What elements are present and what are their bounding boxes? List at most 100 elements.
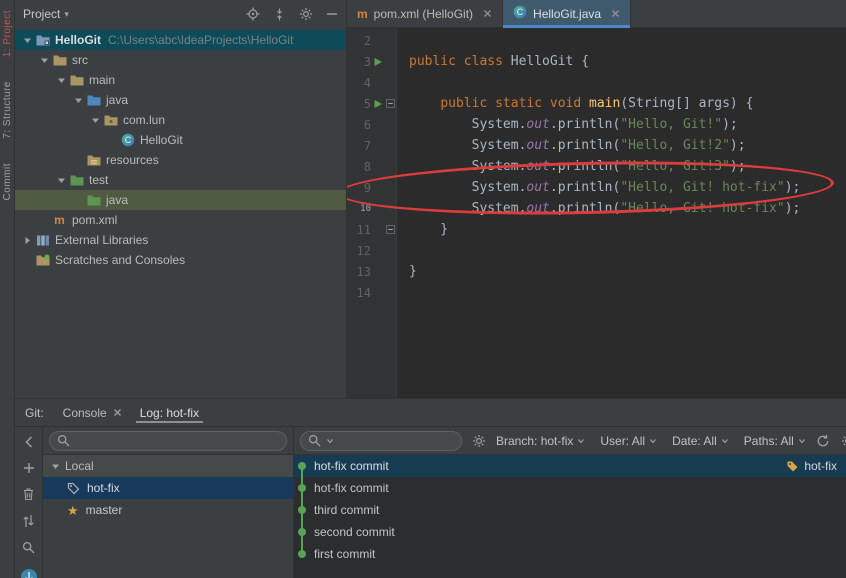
- close-icon[interactable]: [113, 406, 122, 420]
- filter-label: Date: All: [672, 433, 717, 448]
- line-number: 4: [363, 75, 371, 90]
- code-line-7[interactable]: System.out.println("Hello, Git!2");: [397, 135, 846, 156]
- git-tab-log-hot-fix[interactable]: Log: hot-fix: [131, 399, 208, 426]
- run-gutter-icon[interactable]: [371, 57, 385, 67]
- close-icon[interactable]: [483, 9, 492, 18]
- stripe-button-1-project[interactable]: 1: Project: [2, 10, 13, 57]
- code-line-14[interactable]: [397, 282, 846, 303]
- tree-collapsed-arrow-icon[interactable]: [21, 236, 34, 245]
- chevron-down-icon[interactable]: [326, 437, 334, 445]
- collapse-panel-icon[interactable]: [23, 435, 35, 449]
- commit-graph: [296, 498, 308, 522]
- tree-expanded-arrow-icon[interactable]: [51, 462, 60, 471]
- filter-user[interactable]: User: All: [600, 434, 657, 448]
- tree-item-hellogit[interactable]: HelloGit C:\Users\abc\IdeaProjects\HelloG…: [15, 30, 346, 50]
- git-tab-console[interactable]: Console: [54, 399, 131, 426]
- commit-row[interactable]: second commit: [294, 520, 846, 544]
- branch-item-master[interactable]: ★ master: [43, 499, 293, 521]
- tree-item-java[interactable]: java: [15, 190, 346, 210]
- branch-search-input[interactable]: [75, 433, 279, 448]
- code-line-6[interactable]: System.out.println("Hello, Git!");: [397, 114, 846, 135]
- editor-tab-pom-xml-hellogit[interactable]: m pom.xml (HelloGit): [347, 0, 504, 27]
- settings-gear-icon[interactable]: [841, 434, 846, 448]
- tree-expanded-arrow-icon[interactable]: [89, 116, 102, 125]
- tree-item-test[interactable]: test: [15, 170, 346, 190]
- code-line-3[interactable]: public class HelloGit {: [397, 51, 846, 72]
- tree-item-hellogit[interactable]: C HelloGit: [15, 130, 346, 150]
- tree-item-pom-xml[interactable]: m pom.xml: [15, 210, 346, 230]
- fold-icon[interactable]: [385, 99, 396, 108]
- presentation-settings-gear-icon[interactable]: [472, 434, 486, 448]
- log-pane: Branch: hot-fix User: All Date: All Paths: …: [294, 427, 846, 578]
- package-icon: [102, 114, 119, 126]
- commit-row[interactable]: first commit: [294, 542, 846, 565]
- filter-paths[interactable]: Paths: All: [744, 434, 806, 448]
- branch-item-hot-fix[interactable]: hot-fix: [43, 477, 293, 499]
- editor-tab-hellogit-java[interactable]: C HelloGit.java: [503, 0, 632, 28]
- code-line-2[interactable]: [397, 30, 846, 51]
- code-area[interactable]: public class HelloGit { public static vo…: [397, 28, 846, 398]
- tree-item-external-libraries[interactable]: External Libraries: [15, 230, 346, 250]
- code-line-9[interactable]: System.out.println("Hello, Git! hot-fix"…: [397, 177, 846, 198]
- commit-graph: [296, 542, 308, 565]
- delete-icon[interactable]: [22, 487, 35, 501]
- code-line-8[interactable]: System.out.println("Hello, Git!3");: [397, 156, 846, 177]
- tree-item-label: java: [106, 93, 129, 107]
- run-gutter-icon[interactable]: [371, 99, 385, 109]
- project-view-selector[interactable]: Project ▾: [23, 7, 69, 21]
- git-tool-window: Git: Console Log: hot-fix Local hot-fix ★ ma…: [15, 398, 846, 578]
- locate-file-icon[interactable]: [246, 7, 260, 21]
- filter-branch[interactable]: Branch: hot-fix: [496, 434, 585, 448]
- ref-label-hot-fix[interactable]: hot-fix: [786, 459, 846, 473]
- line-number: 2: [363, 33, 371, 48]
- tree-item-main[interactable]: main: [15, 70, 346, 90]
- tree-item-com-lun[interactable]: com.lun: [15, 110, 346, 130]
- tree-item-label: java: [106, 193, 129, 207]
- code-line-4[interactable]: [397, 72, 846, 93]
- code-line-5[interactable]: public static void main(String[] args) {: [397, 93, 846, 114]
- collapse-all-icon[interactable]: [273, 8, 286, 21]
- branch-group-local[interactable]: Local: [43, 455, 293, 477]
- commit-search-input[interactable]: [339, 433, 454, 448]
- tree-item-src[interactable]: src: [15, 50, 346, 70]
- tree-item-java[interactable]: java: [15, 90, 346, 110]
- code-token: out: [526, 138, 550, 153]
- tree-expanded-arrow-icon[interactable]: [55, 76, 68, 85]
- git-toolwindow-icon[interactable]: [20, 568, 38, 578]
- tree-item-resources[interactable]: resources: [15, 150, 346, 170]
- commit-row[interactable]: third commit: [294, 498, 846, 522]
- filter-date[interactable]: Date: All: [672, 434, 729, 448]
- commit-search-field[interactable]: [300, 430, 462, 451]
- close-icon[interactable]: [611, 9, 620, 18]
- commit-row[interactable]: hot-fix commit hot-fix: [294, 455, 846, 478]
- commit-row[interactable]: hot-fix commit: [294, 476, 846, 500]
- hide-panel-icon[interactable]: [326, 8, 338, 20]
- tree-item-scratches-and-consoles[interactable]: Scratches and Consoles: [15, 250, 346, 270]
- commit-message: hot-fix commit: [314, 481, 389, 495]
- stripe-button-commit[interactable]: Commit: [2, 163, 13, 200]
- new-branch-icon[interactable]: [23, 462, 35, 474]
- tree-expanded-arrow-icon[interactable]: [21, 36, 34, 45]
- gutter-row: 2: [347, 30, 396, 51]
- commit-message: first commit: [314, 547, 376, 561]
- code-line-12[interactable]: [397, 240, 846, 261]
- tree-expanded-arrow-icon[interactable]: [38, 56, 51, 65]
- branch-search-field[interactable]: [49, 430, 287, 451]
- code-line-13[interactable]: }: [397, 261, 846, 282]
- fold-icon[interactable]: [385, 225, 396, 234]
- gutter-row: 10: [347, 198, 396, 219]
- code-line-11[interactable]: }: [397, 219, 846, 240]
- tree-expanded-arrow-icon[interactable]: [72, 96, 85, 105]
- folder-src-icon: [85, 94, 102, 106]
- code-line-10[interactable]: System.out.println("Hello, Git! hot-fix"…: [397, 198, 846, 219]
- stripe-button-7-structure[interactable]: 7: Structure: [2, 81, 13, 139]
- project-tool-window: Project ▾ HelloGit C:\Users\abc\IdeaProje…: [15, 0, 347, 398]
- compare-branches-icon[interactable]: [22, 514, 35, 528]
- refresh-icon[interactable]: [816, 434, 830, 448]
- tree-item-label: External Libraries: [55, 233, 149, 247]
- search-icon[interactable]: [22, 541, 35, 554]
- tree-expanded-arrow-icon[interactable]: [55, 176, 68, 185]
- settings-gear-icon[interactable]: [299, 7, 313, 21]
- tree-item-label: HelloGit: [55, 33, 102, 47]
- search-icon: [308, 434, 321, 447]
